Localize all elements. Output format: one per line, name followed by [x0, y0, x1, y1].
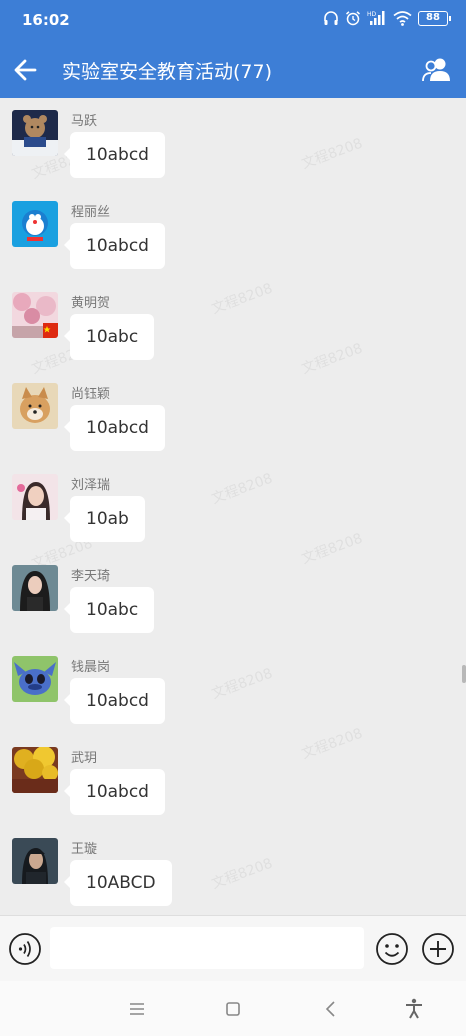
- arrow-left-icon: [14, 59, 37, 81]
- message-row: 刘泽瑞 10ab: [0, 474, 466, 565]
- message-row: 李天琦 10abc: [0, 565, 466, 656]
- group-members-icon: [422, 58, 450, 82]
- message-row: 王璇 10ABCD: [0, 838, 466, 915]
- message-row: 程丽丝 10abcd: [0, 201, 466, 292]
- group-members-button[interactable]: [420, 54, 454, 86]
- voice-icon: [9, 933, 41, 965]
- wifi-icon: [393, 10, 412, 26]
- message-row: 黄明贺 10abc: [0, 292, 466, 383]
- avatar[interactable]: [12, 110, 58, 156]
- sender-name: 尚钰颖: [71, 387, 111, 402]
- status-time: 16:02: [22, 11, 70, 29]
- input-bar: [0, 915, 466, 981]
- avatar[interactable]: [12, 565, 58, 611]
- sender-name: 黄明贺: [71, 296, 111, 311]
- message-row: 尚钰颖 10abcd: [0, 383, 466, 474]
- avatar[interactable]: [12, 747, 58, 793]
- chevron-left-icon: [325, 1001, 335, 1017]
- message-bubble[interactable]: 10abcd: [64, 769, 165, 815]
- plus-icon: [422, 933, 454, 965]
- message-row: 武玥 10abcd: [0, 747, 466, 838]
- sender-name: 武玥: [71, 751, 98, 766]
- message-bubble[interactable]: 10abc: [63, 314, 155, 360]
- sender-name: 刘泽瑞: [71, 478, 111, 493]
- sender-name: 李天琦: [71, 569, 111, 584]
- alarm-clock-icon: [345, 10, 361, 26]
- message-bubble[interactable]: 10ABCD: [64, 860, 172, 906]
- scrollbar-thumb[interactable]: [462, 665, 466, 683]
- svg-text:HD: HD: [367, 11, 377, 18]
- smiley-icon: [376, 933, 408, 965]
- avatar[interactable]: [12, 656, 58, 702]
- home-nav-button[interactable]: [220, 996, 246, 1022]
- page-title: 实验室安全教育活动(77): [62, 61, 273, 83]
- menu-nav-button[interactable]: [124, 996, 150, 1022]
- sender-name: 钱晨岗: [71, 660, 111, 675]
- message-row: 钱晨岗 10abcd: [0, 656, 466, 747]
- message-bubble[interactable]: 10ab: [64, 496, 145, 542]
- sender-name: 程丽丝: [71, 205, 111, 220]
- menu-icon: [130, 1003, 144, 1015]
- message-input[interactable]: [50, 927, 364, 969]
- chat-area[interactable]: 文程8208 文程8208 文程8208 文程8208 文程8208 文程820…: [0, 98, 466, 915]
- system-nav-bar: [0, 981, 466, 1036]
- accessibility-nav-button[interactable]: [401, 996, 427, 1022]
- message-bubble[interactable]: 10abcd: [64, 223, 165, 269]
- back-button[interactable]: [10, 54, 42, 86]
- voice-input-button[interactable]: [8, 932, 42, 966]
- accessibility-icon: [406, 998, 422, 1019]
- avatar[interactable]: [12, 474, 58, 520]
- message-bubble[interactable]: 10abcd: [64, 132, 165, 178]
- status-icons: HD 88: [323, 10, 451, 26]
- back-nav-button[interactable]: [318, 996, 344, 1022]
- more-options-button[interactable]: [421, 932, 455, 966]
- sender-name: 马跃: [71, 114, 98, 129]
- avatar[interactable]: [12, 292, 58, 338]
- message-bubble[interactable]: 10abc: [63, 587, 155, 633]
- emoji-button[interactable]: [375, 932, 409, 966]
- avatar[interactable]: [12, 383, 58, 429]
- avatar[interactable]: [12, 838, 58, 884]
- message-bubble[interactable]: 10abcd: [64, 678, 165, 724]
- avatar[interactable]: [12, 201, 58, 247]
- message-bubble[interactable]: 10abcd: [64, 405, 165, 451]
- signal-icon: HD: [367, 10, 387, 26]
- headphones-icon: [323, 10, 339, 26]
- sender-name: 王璇: [71, 842, 98, 857]
- message-row: 马跃 10abcd: [0, 110, 466, 201]
- home-square-icon: [226, 1002, 240, 1016]
- title-bar: 实验室安全教育活动(77): [0, 42, 466, 98]
- battery-icon: 88: [418, 10, 451, 26]
- status-bar: 16:02 HD 88: [0, 0, 466, 42]
